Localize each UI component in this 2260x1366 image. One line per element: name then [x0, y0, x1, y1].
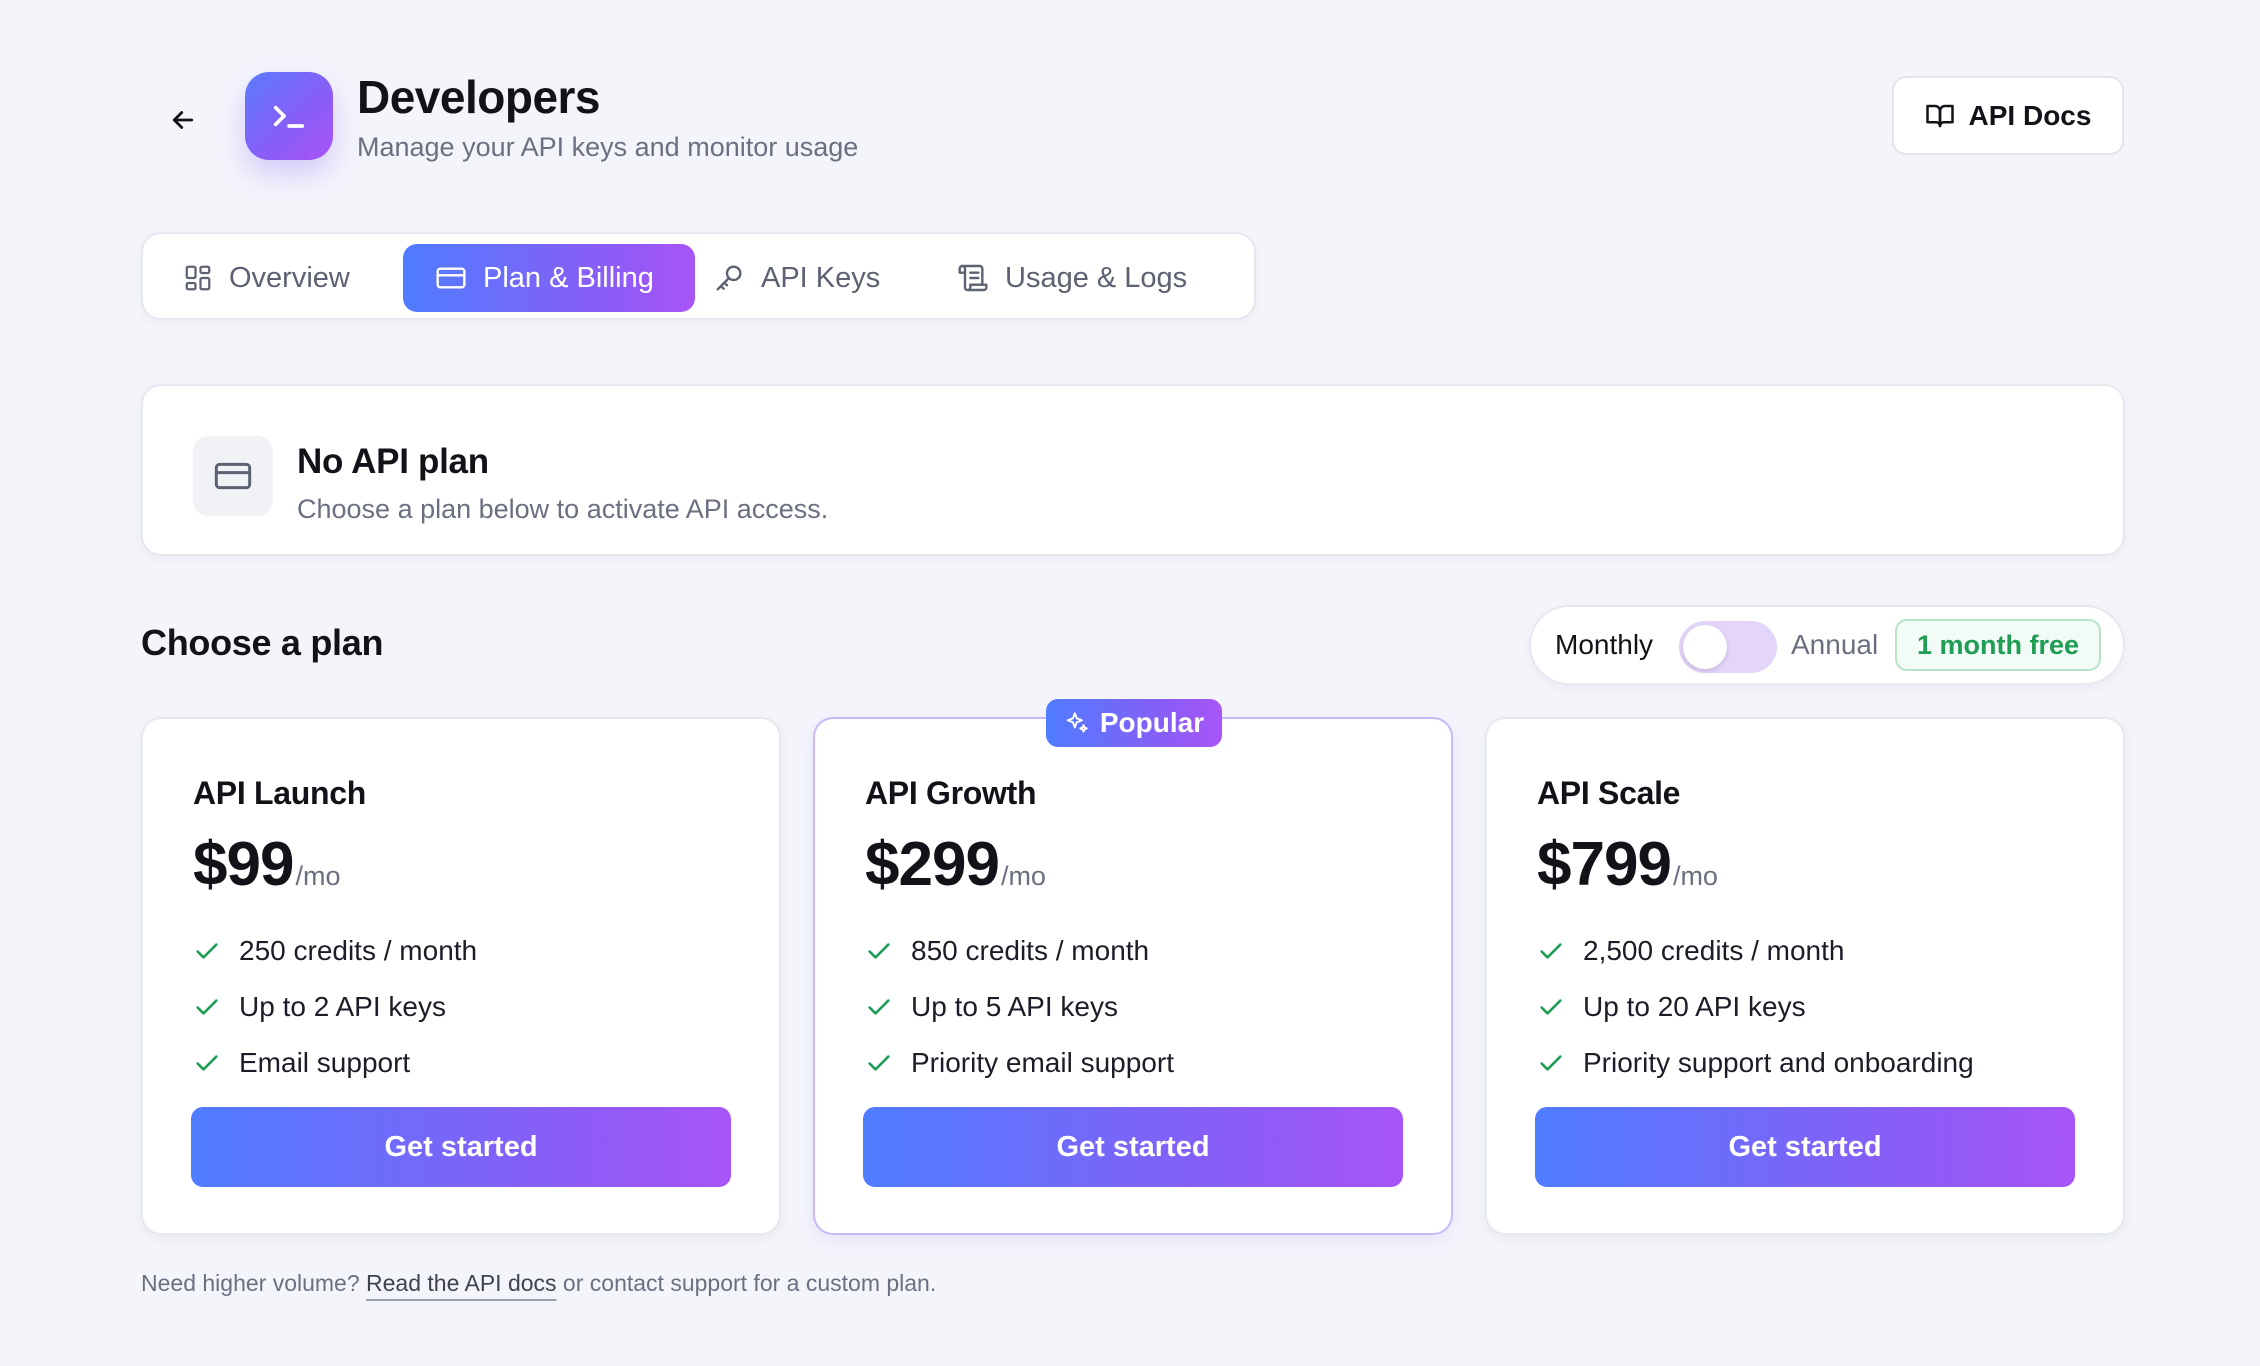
- plan-card-launch: API Launch $99 /mo 250 credits / month U…: [141, 717, 781, 1235]
- sparkles-icon: [1066, 712, 1088, 733]
- check-icon: [868, 1055, 890, 1071]
- status-title: No API plan: [297, 442, 489, 481]
- feature-list: 2,500 credits / month Up to 20 API keys …: [1537, 923, 1974, 1091]
- scroll-icon: [958, 264, 988, 292]
- feature-item: Priority email support: [865, 1035, 1174, 1091]
- plan-status-card: No API plan Choose a plan below to activ…: [141, 384, 2125, 556]
- feature-list: 250 credits / month Up to 2 API keys Ema…: [193, 923, 477, 1091]
- price-amount: $799: [1537, 830, 1672, 899]
- status-icon-box: [193, 436, 273, 516]
- developers-page: Developers Manage your API keys and moni…: [0, 0, 2260, 1366]
- plan-price: $299 /mo: [865, 829, 1046, 900]
- plan-name: API Launch: [193, 775, 367, 811]
- feature-text: 250 credits / month: [239, 935, 478, 966]
- plan-name: API Growth: [865, 775, 1037, 811]
- section-title: Choose a plan: [141, 622, 384, 663]
- feature-text: Up to 2 API keys: [239, 991, 446, 1022]
- tab-api-keys-label: API Keys: [761, 261, 881, 294]
- check-icon: [196, 999, 218, 1015]
- check-icon: [196, 943, 218, 959]
- price-amount: $99: [193, 830, 294, 899]
- feature-item: 2,500 credits / month: [1537, 923, 1974, 979]
- api-docs-button[interactable]: API Docs: [1892, 76, 2124, 155]
- footer-prefix: Need higher volume?: [141, 1270, 367, 1296]
- check-icon: [1540, 943, 1562, 959]
- get-started-button[interactable]: Get started: [1535, 1107, 2075, 1187]
- monthly-label[interactable]: Monthly: [1555, 629, 1653, 661]
- feature-text: 850 credits / month: [911, 935, 1150, 966]
- toggle-knob: [1683, 625, 1727, 669]
- plan-name: API Scale: [1537, 775, 1681, 811]
- price-amount: $299: [865, 830, 1000, 899]
- key-icon: [716, 265, 742, 291]
- plan-card-scale: API Scale $799 /mo 2,500 credits / month…: [1485, 717, 2125, 1235]
- tab-overview-label: Overview: [229, 261, 350, 294]
- credit-card-icon: [214, 462, 252, 490]
- feature-text: Priority support and onboarding: [1583, 1047, 1974, 1078]
- price-period: /mo: [295, 861, 341, 891]
- tab-plan-billing[interactable]: Plan & Billing: [403, 244, 695, 312]
- grid-icon: [185, 265, 211, 291]
- get-started-button[interactable]: Get started: [191, 1107, 731, 1187]
- api-docs-label: API Docs: [1968, 99, 2092, 131]
- popular-label: Popular: [1099, 707, 1205, 738]
- feature-text: Up to 20 API keys: [1583, 991, 1806, 1022]
- footer-suffix: or contact support for a custom plan.: [556, 1270, 937, 1296]
- read-api-docs-link[interactable]: Read the API docs: [366, 1270, 557, 1296]
- feature-text: Priority email support: [911, 1047, 1174, 1078]
- get-started-button[interactable]: Get started: [863, 1107, 1403, 1187]
- footer-note: Need higher volume? Read the API docs or…: [141, 1270, 936, 1297]
- check-icon: [196, 1055, 218, 1071]
- check-icon: [868, 999, 890, 1015]
- status-text: Choose a plan below to activate API acce…: [297, 494, 829, 524]
- price-period: /mo: [1672, 861, 1718, 891]
- book-open-icon: [1925, 104, 1954, 127]
- terminal-app-icon: [245, 72, 333, 160]
- check-icon: [1540, 1055, 1562, 1071]
- feature-item: Up to 20 API keys: [1537, 979, 1974, 1035]
- plan-price: $99 /mo: [193, 829, 340, 900]
- feature-item: Up to 2 API keys: [193, 979, 477, 1035]
- tab-usage-logs-label: Usage & Logs: [1005, 261, 1188, 294]
- page-title: Developers: [357, 71, 601, 123]
- price-period: /mo: [1000, 861, 1046, 891]
- popular-badge: Popular: [1046, 699, 1222, 747]
- tab-usage-logs[interactable]: Usage & Logs: [957, 244, 1209, 312]
- tab-bar: Overview Plan & Billing API Keys Usage &…: [141, 232, 1256, 320]
- feature-item: Priority support and onboarding: [1537, 1035, 1974, 1091]
- tab-plan-billing-label: Plan & Billing: [483, 261, 654, 294]
- tab-api-keys[interactable]: API Keys: [713, 244, 902, 312]
- tab-overview[interactable]: Overview: [183, 244, 372, 312]
- check-icon: [1540, 999, 1562, 1015]
- feature-text: Up to 5 API keys: [911, 991, 1118, 1022]
- billing-period-toggle: Monthly Annual 1 month free: [1529, 605, 2125, 685]
- discount-badge: 1 month free: [1895, 619, 2101, 671]
- annual-label[interactable]: Annual: [1791, 629, 1878, 661]
- check-icon: [868, 943, 890, 959]
- back-button[interactable]: [158, 95, 208, 145]
- feature-item: 850 credits / month: [865, 923, 1174, 979]
- feature-text: 2,500 credits / month: [1583, 935, 1845, 966]
- page-subtitle: Manage your API keys and monitor usage: [357, 132, 859, 162]
- feature-item: 250 credits / month: [193, 923, 477, 979]
- feature-text: Email support: [239, 1047, 411, 1078]
- credit-card-icon: [436, 267, 466, 289]
- plan-card-growth: Popular API Growth $299 /mo 850 credits …: [813, 699, 1453, 1235]
- feature-item: Up to 5 API keys: [865, 979, 1174, 1035]
- feature-item: Email support: [193, 1035, 477, 1091]
- plan-price: $799 /mo: [1537, 829, 1718, 900]
- billing-toggle-switch[interactable]: [1679, 621, 1777, 673]
- terminal-icon: [273, 105, 305, 128]
- arrow-left-icon: [172, 111, 194, 129]
- feature-list: 850 credits / month Up to 5 API keys Pri…: [865, 923, 1174, 1091]
